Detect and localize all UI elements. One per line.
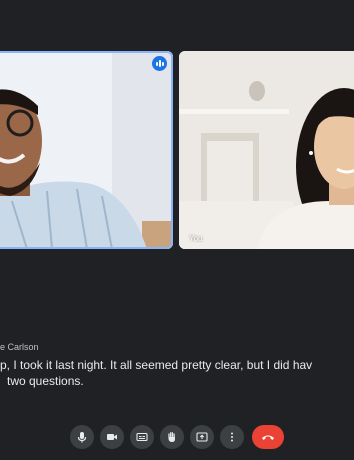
more-options-button[interactable] <box>220 425 244 449</box>
caption-text: p, I took it last night. It all seemed p… <box>0 357 354 389</box>
camera-button[interactable] <box>100 425 124 449</box>
camera-icon <box>107 434 117 440</box>
end-call-button[interactable] <box>252 425 284 449</box>
more-options-icon <box>231 432 233 442</box>
present-screen-button[interactable] <box>190 425 214 449</box>
participant-name: You <box>189 234 203 243</box>
speaking-indicator-icon <box>152 56 167 71</box>
caption-line: p, I took it last night. It all seemed p… <box>0 358 313 372</box>
caption-speaker-name: e Carlson <box>0 342 39 352</box>
call-controls-bar <box>70 425 284 449</box>
microphone-button[interactable] <box>70 425 94 449</box>
closed-captions-icon <box>136 432 148 442</box>
end-call-icon <box>262 435 274 440</box>
participant-tile-active-speaker[interactable] <box>0 51 173 249</box>
participant-video-woman <box>179 51 354 249</box>
microphone-icon <box>77 432 87 443</box>
participant-tile-self[interactable]: You <box>179 51 354 249</box>
participant-video-man <box>0 51 173 249</box>
raise-hand-button[interactable] <box>160 425 184 449</box>
raise-hand-icon <box>168 432 175 442</box>
present-screen-icon <box>196 432 208 442</box>
caption-line: two questions. <box>7 374 84 388</box>
captions-button[interactable] <box>130 425 154 449</box>
